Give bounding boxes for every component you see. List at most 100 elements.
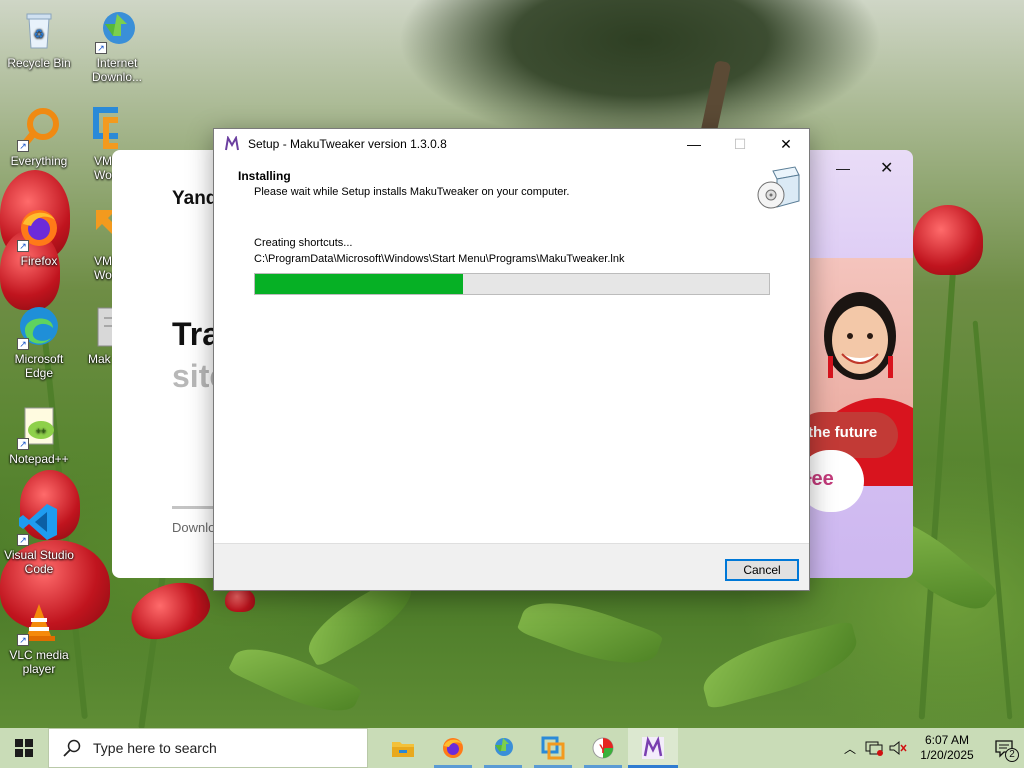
internet-download-manager-icon	[495, 738, 513, 756]
shortcut-arrow-icon: ↗	[17, 338, 29, 350]
desktop-icon-recycle-bin[interactable]: ♻ Recycle Bin	[0, 8, 78, 70]
taskbar-search-box[interactable]: Type here to search	[48, 728, 368, 768]
makutweaker-icon	[92, 304, 112, 348]
action-center-button[interactable]: 2	[984, 728, 1024, 768]
setup-titlebar[interactable]: Setup - MakuTweaker version 1.3.0.8 — ☐ …	[214, 129, 809, 159]
volume-button[interactable]	[886, 728, 910, 768]
wallpaper-tulip	[225, 588, 255, 612]
desktop-icon-label: VLC media player	[9, 648, 69, 676]
vmware-player-icon	[92, 206, 112, 250]
show-hidden-icons-button[interactable]: ︿	[838, 728, 862, 768]
wallpaper-leaf	[516, 587, 664, 679]
yandex-download-label: Downlo	[172, 520, 216, 535]
wallpaper-stem	[918, 250, 958, 720]
promo-brand-badge: Ɨee	[808, 450, 864, 512]
recycle-bin-icon: ♻	[17, 8, 61, 52]
desktop-icon-vmware-player[interactable]: VM Wor	[78, 206, 112, 282]
close-icon: ✕	[780, 135, 792, 152]
taskbar-yandex-browser[interactable]: Y	[578, 728, 628, 768]
svg-text:Y: Y	[599, 742, 607, 756]
desktop-icon-microsoft-edge[interactable]: ↗ Microsoft Edge	[0, 304, 78, 380]
taskbar-clock[interactable]: 6:07 AM 1/20/2025	[910, 733, 984, 763]
yandex-promo-window[interactable]: — ✕ the future Ɨee	[808, 150, 913, 578]
taskbar-internet-download-manager[interactable]	[478, 728, 528, 768]
minimize-button[interactable]: —	[671, 129, 717, 159]
shortcut-arrow-icon: ↗	[17, 140, 29, 152]
shortcut-arrow-icon: ↗	[17, 438, 29, 450]
notepad-plus-plus-icon: ++ ↗	[17, 404, 61, 450]
install-current-file: C:\ProgramData\Microsoft\Windows\Start M…	[254, 253, 625, 265]
cancel-button[interactable]: Cancel	[725, 559, 799, 581]
close-button[interactable]: ✕	[763, 129, 809, 159]
windows-logo-icon	[15, 739, 33, 757]
desktop-icon-label: Notepad++	[9, 452, 69, 466]
desktop-icon-vlc[interactable]: ↗ VLC media player	[0, 600, 78, 676]
start-button[interactable]	[0, 728, 48, 768]
desktop-icon-label: Everything	[10, 154, 68, 168]
internet-download-manager-icon: ↗	[95, 8, 139, 54]
wallpaper-stem	[972, 320, 1013, 720]
desktop-icon-label: Recycle Bin	[7, 56, 71, 70]
taskbar-vmware[interactable]	[528, 728, 578, 768]
desktop-icon-notepad-plus-plus[interactable]: ++ ↗ Notepad++	[0, 404, 78, 466]
search-icon	[63, 739, 81, 757]
yandex-brand: Yand	[172, 188, 218, 209]
clock-time: 6:07 AM	[924, 733, 970, 747]
install-status-text: Creating shortcuts...	[254, 237, 353, 249]
search-placeholder: Type here to search	[93, 740, 217, 756]
shortcut-arrow-icon: ↗	[95, 42, 107, 54]
install-progress-fill	[255, 274, 464, 294]
taskbar-firefox[interactable]	[428, 728, 478, 768]
shortcut-arrow-icon: ↗	[17, 634, 29, 646]
desktop-icon-makutweaker[interactable]: Mak	[78, 304, 112, 366]
system-tray: ︿ 6:07 AM 1/20/2025 2	[838, 728, 1024, 768]
maximize-icon: ☐	[733, 135, 747, 152]
setup-box-disc-icon	[755, 163, 803, 211]
notification-count-badge: 2	[1005, 748, 1019, 762]
promo-close-icon[interactable]: ✕	[880, 158, 893, 178]
firefox-icon: ↗	[17, 206, 61, 252]
vmware-workstation-icon	[92, 106, 118, 150]
shortcut-arrow-icon: ↗	[17, 240, 29, 252]
makutweaker-icon	[642, 736, 664, 759]
taskbar: Type here to search Y ︿ 6:07 AM 1/20/202…	[0, 728, 1024, 768]
yandex-browser-icon: Y	[592, 737, 614, 759]
chevron-up-icon: ︿	[843, 741, 856, 756]
everything-search-icon: ↗	[17, 106, 61, 152]
desktop-icon-visual-studio-code[interactable]: ↗ Visual Studio Code	[0, 500, 78, 576]
wallpaper-tulip	[913, 205, 983, 275]
desktop-icon-everything[interactable]: ↗ Everything	[0, 106, 78, 168]
setup-header: Installing Please wait while Setup insta…	[214, 159, 809, 237]
yandex-installer-window[interactable]: Yand Tra site Downlo	[112, 150, 222, 578]
desktop-icon-label: Internet Downlo...	[91, 56, 143, 84]
minimize-icon: —	[687, 136, 701, 152]
firefox-icon	[443, 738, 463, 758]
shortcut-arrow-icon: ↗	[17, 534, 29, 546]
taskbar-makutweaker-setup[interactable]	[628, 728, 678, 768]
vmware-icon	[541, 736, 565, 760]
svg-text:♻: ♻	[34, 27, 45, 41]
setup-window[interactable]: Setup - MakuTweaker version 1.3.0.8 — ☐ …	[213, 128, 810, 591]
makutweaker-app-icon	[224, 135, 240, 152]
desktop-icon-label: Firefox	[20, 254, 58, 268]
volume-muted-icon	[889, 740, 907, 756]
setup-page-title: Installing	[238, 169, 291, 183]
wallpaper-tulip	[123, 572, 217, 648]
desktop-icon-firefox[interactable]: ↗ Firefox	[0, 206, 78, 268]
maximize-button[interactable]: ☐	[717, 129, 763, 159]
network-button[interactable]	[862, 728, 886, 768]
wallpaper-leaf	[696, 620, 864, 710]
setup-footer: Cancel	[214, 543, 809, 590]
desktop-icon-label: VM Wor	[94, 254, 112, 282]
desktop-icon-label: Visual Studio Code	[4, 548, 74, 576]
desktop-icon-label: Microsoft Edge	[14, 352, 64, 380]
network-icon	[865, 741, 883, 756]
desktop-icon-label: Mak	[88, 352, 111, 366]
clock-date: 1/20/2025	[920, 748, 974, 762]
promo-minimize-icon[interactable]: —	[836, 160, 850, 176]
taskbar-file-explorer[interactable]	[378, 728, 428, 768]
svg-text:++: ++	[36, 426, 47, 436]
setup-window-title: Setup - MakuTweaker version 1.3.0.8	[248, 137, 447, 151]
taskbar-apps: Y	[378, 728, 678, 768]
desktop-icon-internet-download-manager[interactable]: ↗ Internet Downlo...	[78, 8, 156, 84]
